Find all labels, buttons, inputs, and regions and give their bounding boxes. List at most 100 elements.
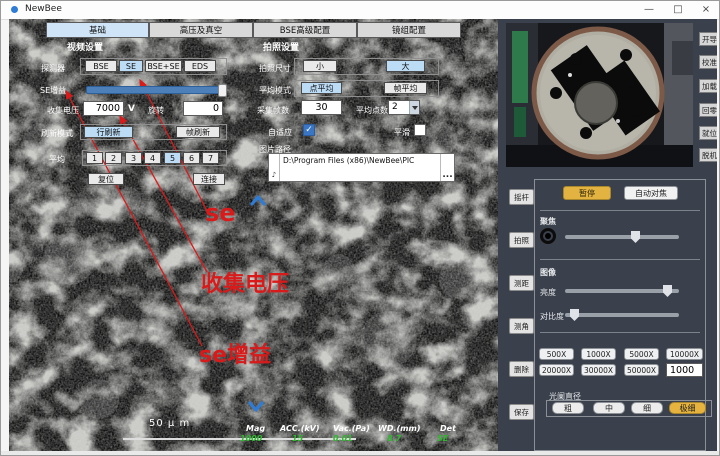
detector-eds-button[interactable]: EDS bbox=[184, 60, 216, 72]
pause-button[interactable]: 暂停 bbox=[563, 186, 611, 200]
collect-voltage-label: 收集电压 bbox=[47, 105, 79, 116]
scale-bar-label: 50 μ m bbox=[149, 418, 190, 429]
detector-bse-button[interactable]: BSE bbox=[85, 60, 117, 72]
tool-button-delete[interactable]: 删除 bbox=[509, 361, 534, 377]
tool-button-joystick[interactable]: 摇杆 bbox=[509, 189, 534, 205]
collect-voltage-input[interactable]: 7000 bbox=[83, 101, 124, 116]
status-header-vac: Vac.(Pa) bbox=[333, 424, 370, 433]
points-dropdown-arrow[interactable] bbox=[409, 101, 419, 114]
average-4-button[interactable]: 4 bbox=[144, 152, 161, 164]
aperture-extra-fine-button[interactable]: 极细 bbox=[669, 402, 706, 414]
status-value-mag: 1000 bbox=[240, 434, 262, 443]
connect-button[interactable]: 连接 bbox=[193, 173, 225, 185]
se-gain-label: SE增益 bbox=[40, 85, 66, 96]
mag-custom-input[interactable]: 1000 bbox=[666, 363, 703, 377]
refresh-line-button[interactable]: 行刷新 bbox=[84, 126, 133, 138]
points-combo[interactable]: 2 bbox=[388, 100, 420, 115]
status-header-mag: Mag bbox=[246, 424, 265, 433]
status-value-wd: 8.7 bbox=[387, 434, 401, 443]
tab-lens-config[interactable]: 镜组配置 bbox=[357, 22, 461, 38]
average-1-button[interactable]: 1 bbox=[86, 152, 103, 164]
chevron-up-icon[interactable] bbox=[249, 195, 267, 206]
mag-5000x-button[interactable]: 5000X bbox=[624, 348, 659, 360]
mag-30000x-button[interactable]: 30000X bbox=[581, 364, 616, 376]
rotation-label: 旋转 bbox=[148, 105, 164, 116]
adaptive-label: 自适应 bbox=[268, 127, 292, 138]
se-gain-track bbox=[86, 86, 227, 94]
side-button-navigation[interactable]: 开导航 bbox=[699, 32, 717, 46]
tab-hv-vacuum[interactable]: 高压及真空 bbox=[149, 22, 253, 38]
frames-input[interactable]: 30 bbox=[301, 100, 342, 115]
side-button-load[interactable]: 加载 bbox=[699, 79, 717, 93]
focus-slider[interactable] bbox=[565, 231, 679, 243]
tab-bse-advanced[interactable]: BSE高级配置 bbox=[253, 22, 357, 38]
detector-se-button[interactable]: SE bbox=[119, 60, 143, 72]
browse-button[interactable]: ... bbox=[440, 154, 454, 181]
mag-20000x-button[interactable]: 20000X bbox=[539, 364, 574, 376]
photo-size-label: 拍照尺寸 bbox=[259, 63, 291, 74]
smooth-checkbox[interactable] bbox=[414, 124, 426, 136]
window-frame-bottom bbox=[1, 451, 720, 456]
tool-button-snapshot[interactable]: 拍照 bbox=[509, 232, 534, 248]
se-gain-slider[interactable] bbox=[86, 84, 227, 95]
side-button-home[interactable]: 回零 bbox=[699, 103, 717, 117]
status-header-acc: ACC.(kV) bbox=[280, 424, 320, 433]
average-5-button[interactable]: 5 bbox=[164, 152, 181, 164]
refresh-frame-button[interactable]: 帧刷新 bbox=[176, 126, 220, 138]
size-large-button[interactable]: 大 bbox=[386, 60, 425, 72]
path-side-glyph: ♪ bbox=[269, 154, 280, 181]
chevron-down-icon[interactable] bbox=[247, 401, 265, 412]
size-small-button[interactable]: 小 bbox=[303, 60, 337, 72]
tool-button-measure-distance[interactable]: 测距 bbox=[509, 275, 534, 291]
tab-basic[interactable]: 基础 bbox=[46, 22, 149, 38]
side-button-calibrate[interactable]: 校准 bbox=[699, 55, 717, 69]
rotation-input[interactable]: 0 bbox=[183, 101, 223, 116]
close-button[interactable]: × bbox=[692, 1, 720, 18]
maximize-button[interactable]: □ bbox=[664, 1, 692, 18]
divider bbox=[540, 210, 700, 211]
avg-mode-label: 平均模式 bbox=[259, 85, 291, 96]
tool-button-save[interactable]: 保存 bbox=[509, 404, 534, 420]
side-button-in-position[interactable]: 就位 bbox=[699, 126, 717, 140]
se-gain-thumb[interactable] bbox=[218, 84, 227, 97]
aperture-coarse-button[interactable]: 粗 bbox=[552, 402, 584, 414]
focus-slider-thumb[interactable] bbox=[631, 231, 640, 243]
contrast-slider-thumb[interactable] bbox=[570, 309, 579, 321]
status-header-wd: WD.(mm) bbox=[378, 424, 421, 433]
detector-bse-se-button[interactable]: BSE+SE bbox=[145, 60, 182, 72]
brightness-slider[interactable] bbox=[565, 285, 679, 297]
avg-point-button[interactable]: 点平均 bbox=[301, 82, 342, 94]
average-2-button[interactable]: 2 bbox=[105, 152, 122, 164]
image-section-label: 图像 bbox=[540, 267, 556, 278]
aperture-medium-button[interactable]: 中 bbox=[593, 402, 625, 414]
mag-500x-button[interactable]: 500X bbox=[539, 348, 574, 360]
annotation-collect-voltage: 收集电压 bbox=[201, 266, 289, 298]
main-content: 基础 高压及真空 BSE高级配置 镜组配置 视频设置 探测器 BSE SE BS… bbox=[9, 19, 717, 451]
smooth-label: 平滑 bbox=[394, 127, 410, 138]
focus-label: 聚焦 bbox=[540, 216, 556, 227]
average-label: 平均 bbox=[49, 154, 65, 165]
mag-10000x-button[interactable]: 10000X bbox=[666, 348, 703, 360]
average-6-button[interactable]: 6 bbox=[183, 152, 200, 164]
average-7-button[interactable]: 7 bbox=[202, 152, 219, 164]
side-button-offline[interactable]: 脱机 bbox=[699, 148, 717, 162]
brightness-slider-thumb[interactable] bbox=[663, 285, 672, 297]
mag-50000x-button[interactable]: 50000X bbox=[624, 364, 659, 376]
status-header-det: Det bbox=[440, 424, 456, 433]
contrast-slider[interactable] bbox=[565, 309, 679, 321]
average-3-button[interactable]: 3 bbox=[125, 152, 142, 164]
minimize-button[interactable]: — bbox=[635, 1, 663, 18]
tool-button-measure-angle[interactable]: 测角 bbox=[509, 318, 534, 334]
adaptive-checkbox[interactable]: ✓ bbox=[303, 124, 315, 136]
app-window: NewBee — □ × bbox=[0, 0, 720, 456]
image-path-value[interactable]: D:\Program Files (x86)\NewBee\PIC bbox=[280, 154, 440, 181]
image-path-box[interactable]: ♪ D:\Program Files (x86)\NewBee\PIC ... bbox=[268, 153, 455, 182]
aperture-fine-button[interactable]: 细 bbox=[631, 402, 663, 414]
reset-button[interactable]: 复位 bbox=[88, 173, 124, 185]
avg-frame-button[interactable]: 帧平均 bbox=[384, 82, 427, 94]
autofocus-button[interactable]: 自动对焦 bbox=[624, 186, 678, 200]
mag-1000x-button[interactable]: 1000X bbox=[581, 348, 616, 360]
photo-settings-title: 拍照设置 bbox=[263, 40, 299, 53]
status-value-acc: 15 bbox=[292, 434, 303, 443]
focus-target-icon bbox=[540, 228, 556, 244]
